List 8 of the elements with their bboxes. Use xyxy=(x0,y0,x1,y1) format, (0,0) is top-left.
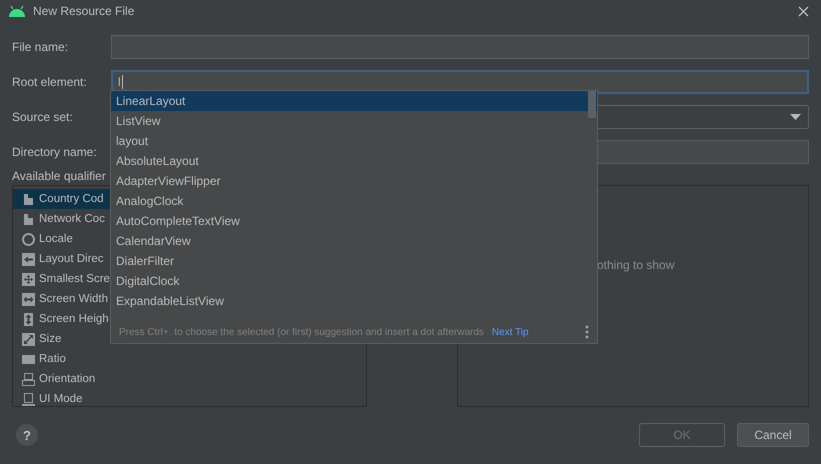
field-label: File name: xyxy=(12,40,70,54)
hint-text: Press Ctrl+. to choose the selected (or first) suggestion and insert a dot afterwards xyxy=(119,326,484,338)
window-title: New Resource File xyxy=(33,4,136,18)
field-label: Source set: xyxy=(12,110,74,124)
qualifiers-label: Available qualifier xyxy=(12,169,106,185)
field-label: Directory name: xyxy=(12,145,98,159)
empty-message: othing to show xyxy=(597,258,674,272)
field-label: Root element: xyxy=(12,75,88,89)
